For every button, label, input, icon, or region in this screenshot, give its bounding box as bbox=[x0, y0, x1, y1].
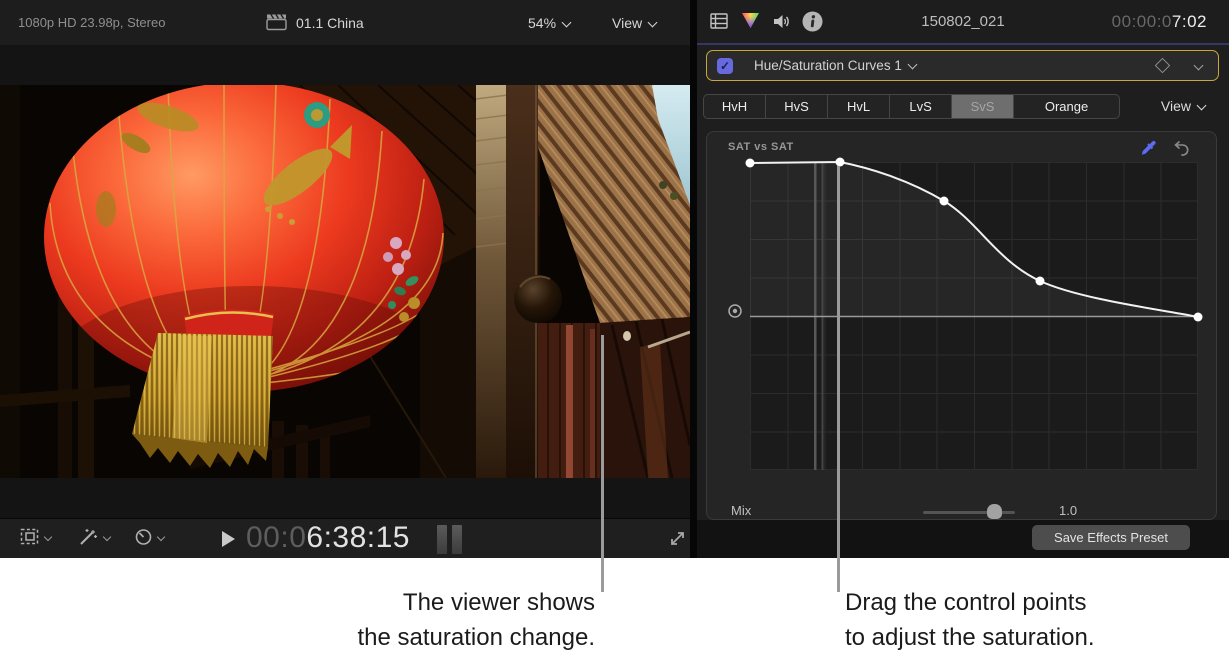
mix-row: Mix 1.0 bbox=[707, 501, 1217, 520]
eyedropper-icon[interactable] bbox=[1140, 139, 1160, 164]
magic-wand-icon bbox=[78, 528, 99, 546]
tab-orange[interactable]: Orange bbox=[1014, 95, 1119, 118]
caption-viewer: The viewer shows the saturation change. bbox=[357, 585, 595, 655]
fullscreen-button[interactable] bbox=[668, 529, 687, 553]
mix-slider[interactable] bbox=[923, 501, 1015, 520]
zoom-level-dropdown[interactable]: 54% bbox=[528, 15, 570, 31]
saturation-curve[interactable] bbox=[750, 162, 1198, 470]
tab-hvh[interactable]: HvH bbox=[704, 95, 766, 118]
crop-tools-button[interactable] bbox=[20, 528, 51, 545]
inspector-bottom-bar: Save Effects Preset bbox=[697, 520, 1229, 558]
video-frame-lantern bbox=[0, 85, 690, 478]
crop-icon bbox=[20, 528, 40, 545]
chevron-down-icon bbox=[907, 60, 917, 70]
viewer-timecode[interactable]: 00:06:38:15 bbox=[246, 521, 410, 555]
effect-name-dropdown[interactable]: Hue/Saturation Curves 1 bbox=[754, 58, 916, 73]
tab-svs[interactable]: SvS bbox=[952, 95, 1014, 118]
mix-slider-thumb[interactable] bbox=[987, 504, 1002, 519]
save-effects-preset-button[interactable]: Save Effects Preset bbox=[1032, 525, 1190, 550]
target-circle-icon[interactable] bbox=[727, 303, 743, 324]
clapperboard-icon bbox=[266, 13, 287, 36]
curve-title: SAT vs SAT bbox=[728, 141, 794, 153]
chevron-down-icon bbox=[648, 17, 658, 27]
tab-hvl[interactable]: HvL bbox=[828, 95, 890, 118]
chevron-down-icon bbox=[157, 533, 165, 541]
enhancements-button[interactable] bbox=[78, 528, 110, 546]
audio-meter-left bbox=[437, 525, 447, 554]
callout-line-viewer bbox=[601, 335, 604, 592]
chevron-down-icon bbox=[103, 533, 111, 541]
retime-button[interactable] bbox=[134, 528, 164, 546]
mix-value[interactable]: 1.0 bbox=[1059, 503, 1077, 518]
sat-vs-sat-panel: SAT vs SAT Mix 1.0 bbox=[706, 131, 1217, 520]
effect-row-hue-sat-curves[interactable]: ✓ Hue/Saturation Curves 1 bbox=[706, 50, 1219, 81]
caption-control-points: Drag the control points to adjust the sa… bbox=[845, 585, 1095, 655]
viewer-clip-name: 01.1 China bbox=[296, 15, 364, 31]
saturation-curve-grid[interactable] bbox=[750, 162, 1198, 470]
color-inspector-pane: 150802_021 00:00:07:02 ✓ Hue/Saturation … bbox=[697, 0, 1229, 558]
format-info: 1080p HD 23.98p, Stereo bbox=[18, 15, 165, 30]
viewer-toolbar: 00:06:38:15 bbox=[0, 518, 690, 558]
expand-icon bbox=[668, 529, 687, 548]
viewer-pane: 1080p HD 23.98p, Stereo 01.1 China 54% V… bbox=[0, 0, 690, 558]
fcp-window: 1080p HD 23.98p, Stereo 01.1 China 54% V… bbox=[0, 0, 1229, 558]
tab-lvs[interactable]: LvS bbox=[890, 95, 952, 118]
keyframe-diamond-icon[interactable] bbox=[1155, 58, 1171, 74]
reset-curve-icon[interactable] bbox=[1172, 140, 1190, 162]
viewer-view-dropdown[interactable]: View bbox=[612, 15, 656, 31]
callout-line-control-points bbox=[837, 166, 840, 592]
panel-accent-divider bbox=[697, 43, 1229, 45]
chevron-down-icon bbox=[562, 17, 572, 27]
retime-gauge-icon bbox=[134, 528, 153, 546]
audio-meter-right bbox=[452, 525, 462, 554]
tab-hvs[interactable]: HvS bbox=[766, 95, 828, 118]
chevron-down-icon[interactable] bbox=[1194, 61, 1204, 71]
chevron-down-icon bbox=[1197, 101, 1207, 111]
viewer-canvas bbox=[0, 45, 690, 518]
effect-enable-checkbox[interactable]: ✓ bbox=[717, 58, 733, 74]
inspector-timecode: 00:00:07:02 bbox=[1112, 0, 1207, 43]
curves-view-dropdown[interactable]: View bbox=[1161, 94, 1205, 117]
viewer-top-bar: 1080p HD 23.98p, Stereo 01.1 China 54% V… bbox=[0, 0, 690, 45]
play-button[interactable] bbox=[222, 531, 235, 547]
curve-type-tabs: HvH HvS HvL LvS SvS Orange bbox=[703, 94, 1120, 119]
mix-label: Mix bbox=[731, 503, 751, 518]
chevron-down-icon bbox=[44, 532, 52, 540]
inspector-top-bar: 150802_021 00:00:07:02 bbox=[697, 0, 1229, 43]
pane-divider[interactable] bbox=[690, 0, 697, 558]
